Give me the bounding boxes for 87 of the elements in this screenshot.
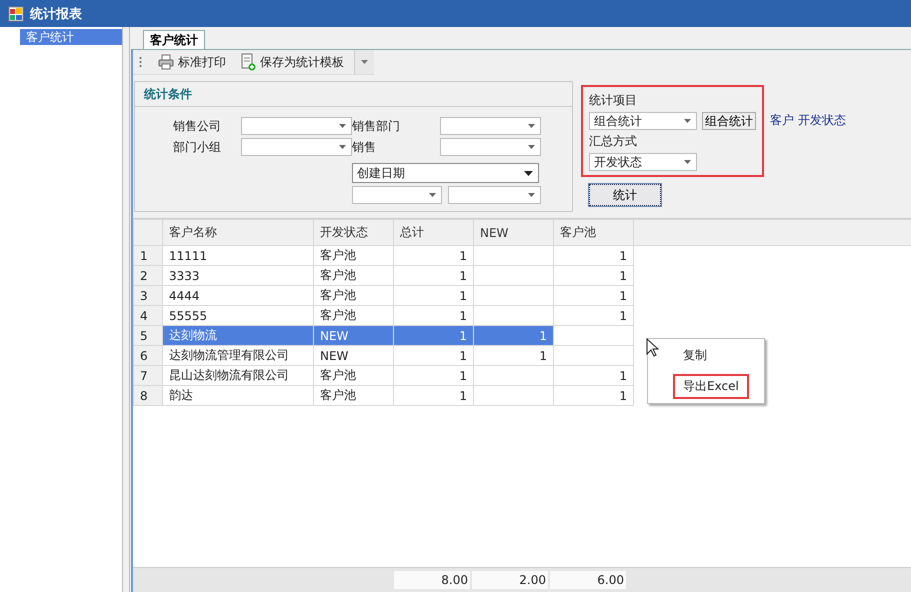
dropdown-field[interactable] bbox=[241, 117, 352, 135]
row-number: 2 bbox=[134, 266, 162, 286]
document-add-icon bbox=[240, 53, 256, 71]
table-cell: 1 bbox=[554, 386, 634, 406]
dropdown-field[interactable] bbox=[440, 117, 541, 135]
caret-icon bbox=[429, 193, 436, 197]
tab[interactable]: 客户统计 bbox=[143, 30, 205, 49]
table-cell: 客户池 bbox=[314, 266, 394, 286]
table-cell: NEW bbox=[314, 346, 394, 366]
row-number: 6 bbox=[134, 346, 162, 366]
field-label: 汇总方式 bbox=[589, 133, 638, 150]
dropdown-field[interactable]: 开发状态 bbox=[589, 153, 697, 171]
table-cell: 4444 bbox=[162, 286, 314, 306]
column-header[interactable]: NEW bbox=[474, 220, 554, 246]
table-cell: 达刻物流管理有限公司 bbox=[162, 346, 314, 366]
save-template-button[interactable]: 保存为统计模板 bbox=[236, 53, 348, 71]
caret-icon bbox=[339, 124, 346, 128]
table-cell: 1 bbox=[474, 326, 554, 346]
table-cell: 客户池 bbox=[314, 386, 394, 406]
run-button[interactable]: 统计 bbox=[589, 184, 661, 206]
table-cell: 1 bbox=[394, 346, 474, 366]
table-cell: 客户池 bbox=[314, 366, 394, 386]
caret-icon bbox=[684, 119, 691, 123]
table-cell: 1 bbox=[554, 306, 634, 326]
row-number: 4 bbox=[134, 306, 162, 326]
table-cell: NEW bbox=[314, 326, 394, 346]
date-to-dropdown[interactable] bbox=[448, 186, 541, 204]
field-label: 销售 bbox=[352, 138, 377, 156]
splitter[interactable] bbox=[122, 27, 130, 592]
sidebar-item[interactable]: 客户统计 bbox=[20, 29, 122, 45]
group-title: 统计条件 bbox=[144, 86, 192, 102]
caret-icon bbox=[528, 145, 535, 149]
menu-item[interactable]: 复制 bbox=[673, 343, 717, 368]
table-cell: 昆山达刻物流有限公司 bbox=[162, 366, 314, 386]
table-cell: 1 bbox=[554, 266, 634, 286]
print-button[interactable]: 标准打印 bbox=[154, 54, 230, 70]
field-label: 销售公司 bbox=[173, 118, 222, 134]
table-cell: 1 bbox=[474, 346, 554, 366]
table-cell: 1 bbox=[394, 246, 474, 266]
date-from-dropdown[interactable] bbox=[352, 186, 442, 204]
app-icon bbox=[8, 6, 24, 22]
table-cell: 达刻物流 bbox=[162, 326, 314, 346]
combination-text: 客户 开发状态 bbox=[770, 112, 846, 129]
table-cell: 1 bbox=[394, 266, 474, 286]
table-cell: 3333 bbox=[162, 266, 314, 286]
caret-icon bbox=[684, 160, 691, 164]
table-cell: 11111 bbox=[162, 246, 314, 266]
row-number: 1 bbox=[134, 246, 162, 266]
combine-button[interactable]: 组合统计 bbox=[702, 112, 756, 130]
date-type-dropdown[interactable]: 创建日期 bbox=[352, 163, 539, 183]
caret-icon bbox=[339, 145, 346, 149]
row-number: 5 bbox=[134, 326, 162, 346]
dropdown-field[interactable] bbox=[241, 138, 352, 156]
column-header[interactable]: 总计 bbox=[394, 220, 474, 246]
table-cell: 1 bbox=[394, 286, 474, 306]
field-label: 部门小组 bbox=[173, 138, 222, 156]
total-cell: 2.00 bbox=[472, 571, 548, 589]
table-cell: 1 bbox=[394, 386, 474, 406]
field-label: 销售部门 bbox=[352, 118, 401, 134]
dropdown-field[interactable]: 组合统计 bbox=[589, 112, 697, 130]
total-cell: 8.00 bbox=[394, 571, 470, 589]
dropdown-field[interactable] bbox=[440, 138, 541, 156]
table-cell: 客户池 bbox=[314, 246, 394, 266]
table-cell: 1 bbox=[554, 246, 634, 266]
table-cell: 韵达 bbox=[162, 386, 314, 406]
caret-icon bbox=[361, 60, 368, 64]
row-number: 8 bbox=[134, 386, 162, 406]
caret-icon bbox=[528, 193, 535, 197]
column-header[interactable]: 开发状态 bbox=[314, 220, 394, 246]
table-cell: 客户池 bbox=[314, 286, 394, 306]
printer-icon bbox=[158, 54, 174, 70]
table-cell: 1 bbox=[394, 366, 474, 386]
window-title: 统计报表 bbox=[30, 6, 82, 22]
total-cell: 6.00 bbox=[550, 571, 626, 589]
table-cell: 1 bbox=[554, 366, 634, 386]
row-number: 7 bbox=[134, 366, 162, 386]
caret-icon bbox=[528, 124, 535, 128]
field-label: 统计项目 bbox=[589, 92, 638, 109]
caret-icon bbox=[524, 170, 533, 176]
table-cell: 1 bbox=[394, 326, 474, 346]
toolbar-dropdown[interactable] bbox=[354, 50, 374, 74]
row-number: 3 bbox=[134, 286, 162, 306]
column-header[interactable]: 客户池 bbox=[554, 220, 634, 246]
menu-item[interactable]: 导出Excel bbox=[673, 374, 749, 399]
table-cell: 1 bbox=[554, 286, 634, 306]
column-header[interactable]: 客户名称 bbox=[162, 220, 314, 246]
grip-icon bbox=[139, 56, 142, 68]
